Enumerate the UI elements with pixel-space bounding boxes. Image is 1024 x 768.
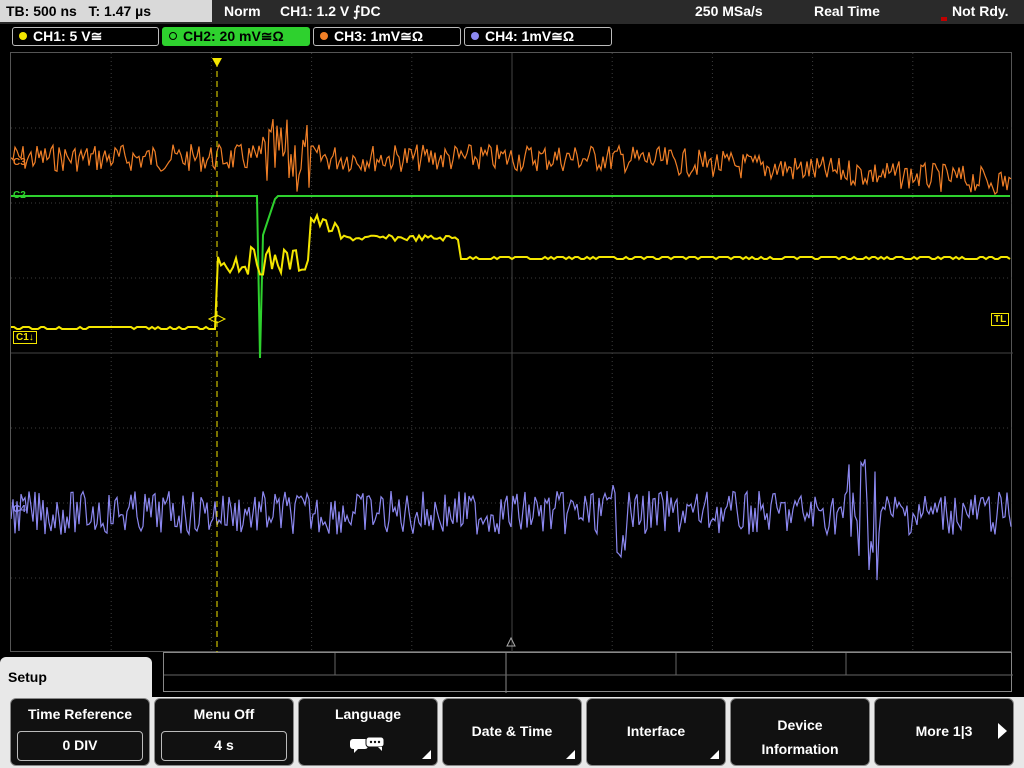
speech-bubbles-icon xyxy=(350,736,385,753)
language-label: Language xyxy=(334,706,402,722)
waveform-canvas xyxy=(11,53,1013,653)
submenu-indicator-icon xyxy=(566,750,575,759)
more-label: More 1|3 xyxy=(915,723,973,739)
language-button[interactable]: Language xyxy=(298,698,438,766)
ch3-waveform xyxy=(11,119,1012,196)
menu-off-value[interactable]: 4 s xyxy=(161,731,287,761)
ch4-ground-marker[interactable]: C4 xyxy=(13,504,26,515)
timeline-grid xyxy=(164,653,1013,693)
trigger-mode-label[interactable]: Norm xyxy=(224,0,261,22)
menu-off-button[interactable]: Menu Off 4 s xyxy=(154,698,294,766)
trigger-position-marker xyxy=(212,58,222,67)
device-information-label: Device Information xyxy=(761,717,839,757)
trigger-level-marker[interactable]: TL xyxy=(991,313,1010,326)
status-bar: TB: 500 ns T: 1.47 µs Norm CH1: 1.2 V ⨍D… xyxy=(0,0,1024,24)
grid-lines xyxy=(11,53,1013,653)
waveform-display[interactable]: C3 C2 C1↓ C4 TL xyxy=(10,52,1013,653)
timebase-label: TB: 500 ns xyxy=(6,3,77,19)
time-reference-button[interactable]: Time Reference 0 DIV xyxy=(10,698,150,766)
ch4-color-dot xyxy=(471,32,479,40)
menu-off-label: Menu Off xyxy=(193,706,255,722)
ch4-label: CH4: 1mV≅Ω xyxy=(485,28,575,44)
more-button[interactable]: More 1|3 xyxy=(874,698,1014,766)
ch2-color-dot xyxy=(169,32,177,40)
date-time-label: Date & Time xyxy=(471,723,553,739)
ch3-label: CH3: 1mV≅Ω xyxy=(334,28,424,44)
timebase-panel[interactable]: TB: 500 ns T: 1.47 µs xyxy=(0,0,212,22)
ch2-ground-marker[interactable]: C2 xyxy=(13,190,26,201)
status-indicator xyxy=(941,17,947,21)
time-reference-label: Time Reference xyxy=(27,706,132,722)
trigger-info-label[interactable]: CH1: 1.2 V ⨍DC xyxy=(280,0,381,22)
ch3-color-dot xyxy=(320,32,328,40)
channel-tab-ch3[interactable]: CH3: 1mV≅Ω xyxy=(313,27,461,46)
submenu-indicator-icon xyxy=(422,750,431,759)
menu-tab-label: Setup xyxy=(8,669,47,685)
menu-tab-setup[interactable]: Setup xyxy=(0,657,152,697)
interface-button[interactable]: Interface xyxy=(586,698,726,766)
ch3-ground-marker[interactable]: C3 xyxy=(13,157,26,168)
ch1-waveform xyxy=(11,212,1011,331)
acquisition-mode-label: Real Time xyxy=(814,3,880,19)
memory-timeline xyxy=(163,652,1013,693)
sample-rate-label: 250 MSa/s xyxy=(695,3,763,19)
arrow-right-icon xyxy=(998,723,1007,739)
submenu-indicator-icon xyxy=(710,750,719,759)
channel-tab-ch1[interactable]: CH1: 5 V≅ xyxy=(12,27,159,46)
time-reference-value[interactable]: 0 DIV xyxy=(17,731,143,761)
channel-tab-ch4[interactable]: CH4: 1mV≅Ω xyxy=(464,27,612,46)
ch1-label: CH1: 5 V≅ xyxy=(33,28,103,44)
channel-tab-ch2[interactable]: CH2: 20 mV≅Ω xyxy=(162,27,310,46)
ch2-label: CH2: 20 mV≅Ω xyxy=(183,28,284,44)
acquisition-status-label: Not Rdy. xyxy=(952,3,1009,19)
ch4-waveform xyxy=(11,459,1012,581)
ch2-waveform xyxy=(11,195,1010,359)
interface-label: Interface xyxy=(626,723,686,739)
channel-bar: CH1: 5 V≅ CH2: 20 mV≅Ω CH3: 1mV≅Ω CH4: 1… xyxy=(0,25,1024,49)
trigger-time-label: T: 1.47 µs xyxy=(88,3,152,19)
device-information-button[interactable]: Device Information xyxy=(730,698,870,766)
ch1-ground-marker[interactable]: C1↓ xyxy=(13,331,37,344)
ch1-color-dot xyxy=(19,32,27,40)
date-time-button[interactable]: Date & Time xyxy=(442,698,582,766)
time-reference-marker xyxy=(506,636,516,647)
